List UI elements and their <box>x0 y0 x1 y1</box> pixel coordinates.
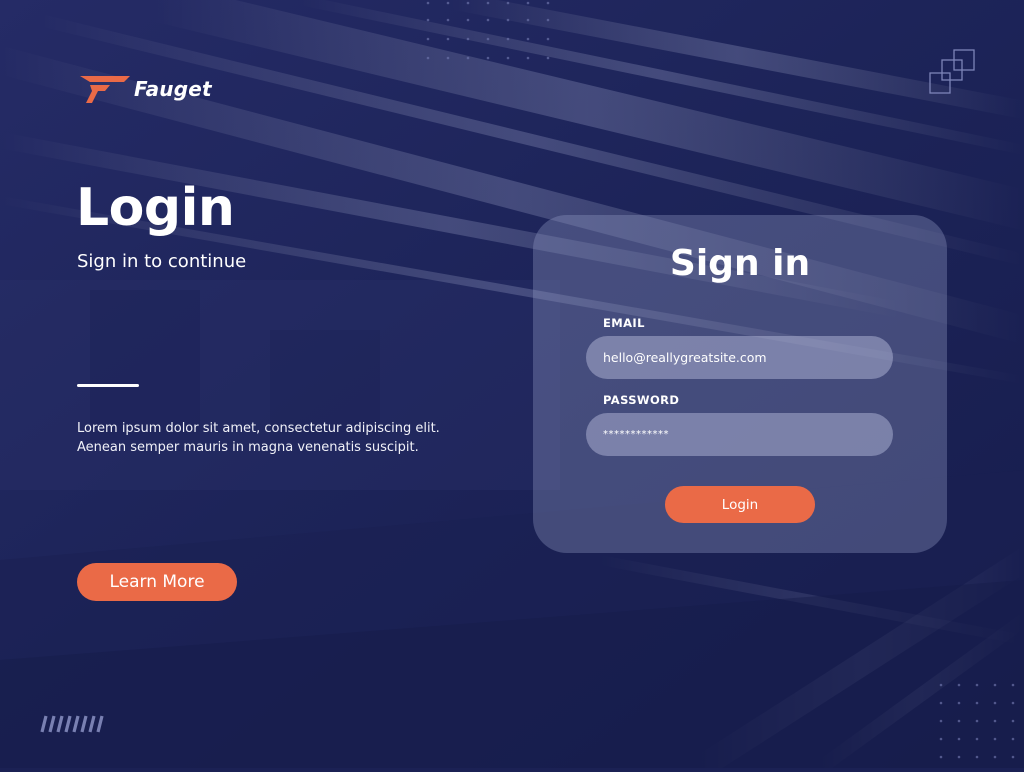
fauget-logo-icon <box>78 73 132 105</box>
brand-logo[interactable]: Fauget <box>78 73 212 105</box>
email-label: EMAIL <box>603 316 645 330</box>
learn-more-button[interactable]: Learn More <box>77 563 237 601</box>
hero-description-line: Aenean semper mauris in magna venenatis … <box>77 440 419 455</box>
hero-description: Lorem ipsum dolor sit amet, consectetur … <box>77 419 497 457</box>
password-label: PASSWORD <box>603 393 680 407</box>
brand-name: Fauget <box>134 77 212 101</box>
stacked-squares-icon <box>928 49 976 101</box>
slash-pattern-icon <box>40 714 106 738</box>
page-title: Login <box>76 178 235 238</box>
page-subtitle: Sign in to continue <box>77 251 247 272</box>
dot-grid-icon <box>424 0 554 66</box>
dot-grid-icon <box>938 682 1024 772</box>
password-field[interactable] <box>586 413 893 456</box>
divider <box>77 384 139 387</box>
hero-description-line: Lorem ipsum dolor sit amet, consectetur … <box>77 421 440 436</box>
email-field[interactable] <box>586 336 893 379</box>
login-button[interactable]: Login <box>665 486 815 523</box>
signin-title: Sign in <box>669 243 811 284</box>
